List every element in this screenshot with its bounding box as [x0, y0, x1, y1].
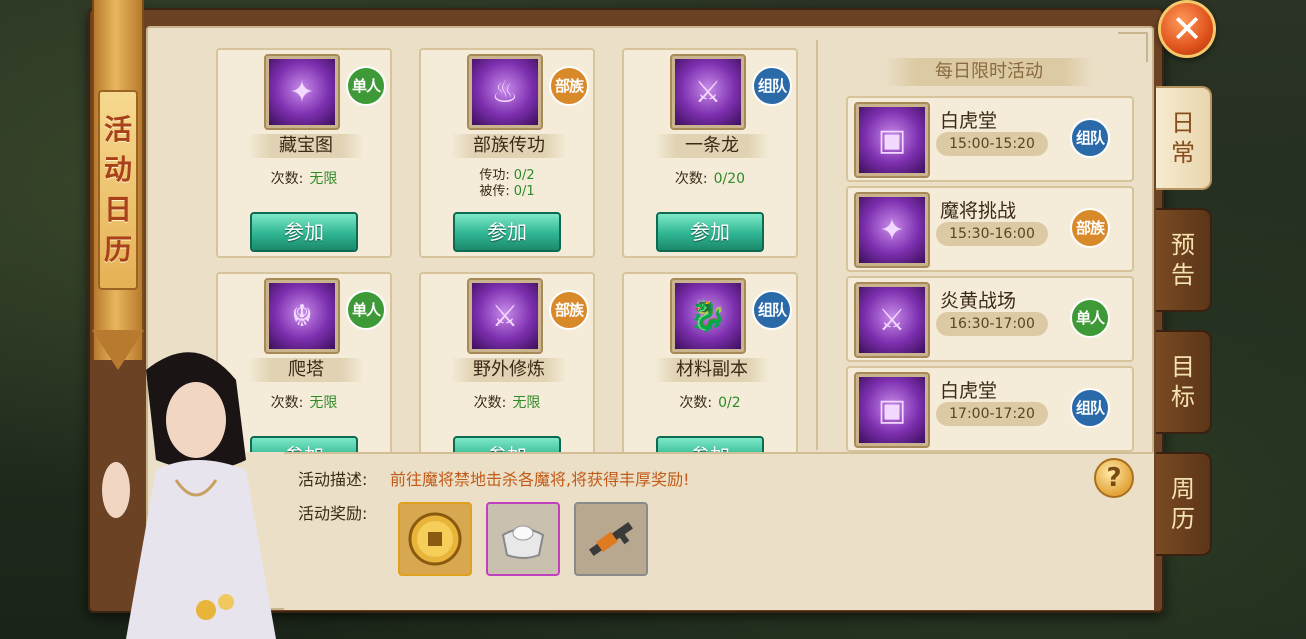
activity-count: 次数: 0/2 [679, 395, 741, 411]
treasure-chest-icon: ▣ [859, 107, 925, 173]
tab-daily[interactable]: 日 常 [1156, 86, 1212, 190]
character-portrait [86, 340, 306, 639]
join-button[interactable]: 参加 [656, 436, 764, 452]
daily-timed-header: 每日限时活动 [884, 58, 1094, 86]
activity-count: 次数: 无限 [473, 395, 541, 411]
dragon-emblem-icon: 🐉 [675, 283, 741, 349]
silver-ingot-icon [491, 507, 555, 571]
activity-count: 次数: 无限 [270, 171, 338, 187]
team-badge: 组队 [1070, 118, 1110, 158]
solo-badge: 单人 [346, 66, 386, 106]
activity-icon-frame: ⚔ [670, 54, 746, 130]
treasure-map-icon: ✦ [269, 59, 335, 125]
reward-item[interactable] [574, 502, 648, 576]
timed-activity-item[interactable]: ▣ 白虎堂 17:00-17:20 组队 [846, 366, 1134, 452]
activity-name: 部族传功 [451, 134, 567, 158]
timed-activity-name: 炎黄战场 [940, 290, 1017, 312]
close-button[interactable]: ✕ [1158, 0, 1216, 58]
tab-label: 常 [1171, 139, 1195, 167]
activity-name: 野外修炼 [451, 358, 567, 382]
rifle-icon [579, 507, 643, 571]
help-button[interactable]: ? [1094, 458, 1134, 498]
team-badge: 组队 [1070, 388, 1110, 428]
team-badge: 组队 [752, 66, 792, 106]
activity-card-dragon-run: ⚔ 组队 一条龙 次数: 0/20 参加 [622, 48, 798, 258]
treasure-map-icon: ✦ [859, 197, 925, 263]
flame-icon: ♨ [472, 59, 538, 125]
activity-name: 材料副本 [654, 358, 770, 382]
activity-icon-frame: ▣ [854, 372, 930, 448]
join-button[interactable]: 参加 [453, 212, 561, 252]
tab-label: 日 [1171, 109, 1195, 137]
activity-icon-frame: ▣ [854, 102, 930, 178]
tribe-badge: 部族 [1070, 208, 1110, 248]
tribe-badge: 部族 [549, 66, 589, 106]
activity-count: 次数: 0/20 [674, 171, 746, 187]
activity-icon-frame: ⚔ [854, 282, 930, 358]
corner-decoration [1118, 32, 1148, 62]
tab-label: 历 [1171, 505, 1195, 533]
activity-card-field-training: ⚔ 部族 野外修炼 次数:无限 参加 [419, 272, 595, 452]
activity-card-treasure-map: ✦ 单人 藏宝图 次数: 无限 参加 [216, 48, 392, 258]
tab-label: 目 [1171, 353, 1195, 381]
team-badge: 组队 [752, 290, 792, 330]
panel-title: 活 动 日 历 [98, 90, 138, 290]
title-char: 历 [103, 233, 132, 266]
activity-card-tribe-transfer: ♨ 部族 部族传功 传功: 0/2 被传: 0/1 参加 [419, 48, 595, 258]
timed-activity-time: 15:00-15:20 [936, 132, 1048, 156]
join-button[interactable]: 参加 [656, 212, 764, 252]
close-icon: ✕ [1171, 7, 1203, 51]
activity-icon-frame: ⚔ [467, 278, 543, 354]
tab-label: 预 [1171, 231, 1195, 259]
column-divider [816, 40, 818, 450]
title-char: 活 [103, 113, 132, 146]
timed-activity-item[interactable]: ✦ 魔将挑战 15:30-16:00 部族 [846, 186, 1134, 272]
description-label: 活动描述: [298, 470, 368, 489]
reward-item[interactable] [398, 502, 472, 576]
solo-badge: 单人 [346, 290, 386, 330]
timed-activity-time: 17:00-17:20 [936, 402, 1048, 426]
description-text: 前往魔将禁地击杀各魔将,将获得丰厚奖励! [390, 470, 690, 489]
solo-badge: 单人 [1070, 298, 1110, 338]
activity-icon-frame: ✦ [264, 54, 340, 130]
timed-activity-item[interactable]: ⚔ 炎黄战场 16:30-17:00 单人 [846, 276, 1134, 362]
timed-activity-name: 白虎堂 [940, 110, 998, 132]
crossed-swords-icon: ⚔ [859, 287, 925, 353]
crossed-swords-icon: ⚔ [472, 283, 538, 349]
tab-label: 告 [1171, 261, 1195, 289]
activity-icon-frame: ✦ [854, 192, 930, 268]
timed-activity-item[interactable]: ▣ 白虎堂 15:00-15:20 组队 [846, 96, 1134, 182]
join-button[interactable]: 参加 [250, 212, 358, 252]
activity-icon-frame: ♨ [467, 54, 543, 130]
tab-label: 周 [1171, 475, 1195, 503]
timed-activity-name: 白虎堂 [940, 380, 998, 402]
reward-label: 活动奖励: [298, 504, 368, 523]
tribe-badge: 部族 [549, 290, 589, 330]
activity-name: 藏宝图 [248, 134, 364, 158]
activity-icon-frame: 🐉 [670, 278, 746, 354]
tab-label: 标 [1171, 383, 1195, 411]
title-char: 动 [103, 153, 132, 186]
tab-goals[interactable]: 目 标 [1156, 330, 1212, 434]
timed-activity-time: 16:30-17:00 [936, 312, 1048, 336]
activity-card-material-dungeon: 🐉 组队 材料副本 次数:0/2 参加 [622, 272, 798, 452]
timed-activity-name: 魔将挑战 [940, 200, 1017, 222]
activity-name: 一条龙 [654, 134, 770, 158]
timed-activity-time: 15:30-16:00 [936, 222, 1048, 246]
tab-weekly[interactable]: 周 历 [1156, 452, 1212, 556]
daily-timed-list[interactable]: ▣ 白虎堂 15:00-15:20 组队 ✦ 魔将挑战 15:30-16:00 … [840, 92, 1140, 452]
crossed-swords-icon: ⚔ [675, 59, 741, 125]
gold-coin-icon [403, 507, 467, 571]
tab-preview[interactable]: 预 告 [1156, 208, 1212, 312]
join-button[interactable]: 参加 [453, 436, 561, 452]
activity-count: 传功: 0/2 被传: 0/1 [479, 168, 535, 199]
reward-item[interactable] [486, 502, 560, 576]
title-char: 日 [103, 193, 132, 226]
question-icon: ? [1106, 463, 1122, 493]
treasure-chest-icon: ▣ [859, 377, 925, 443]
